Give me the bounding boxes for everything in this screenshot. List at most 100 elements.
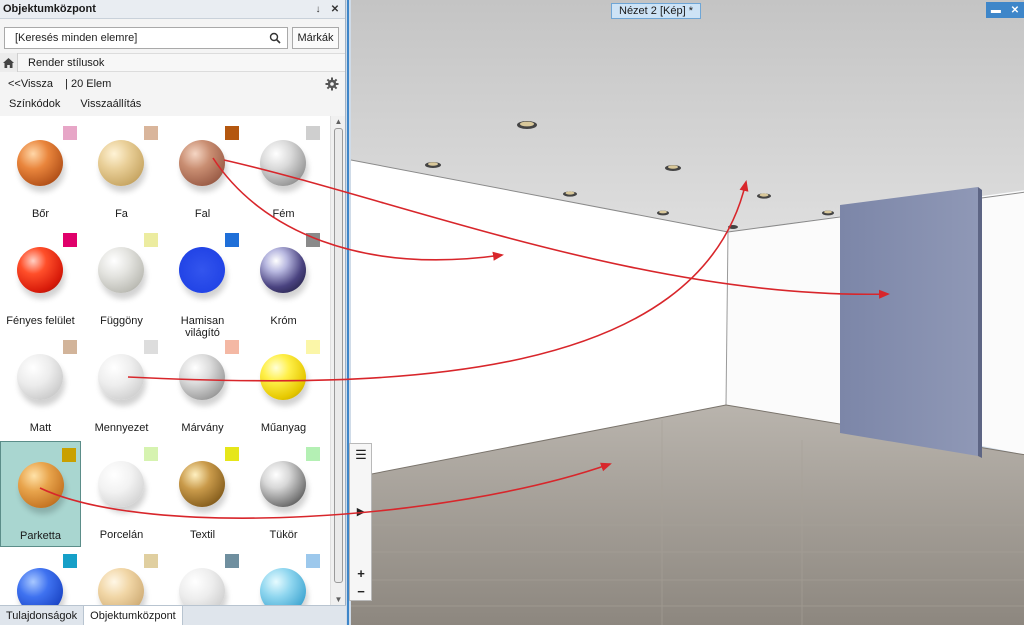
material-sphere-preview: [18, 462, 64, 508]
list-icon[interactable]: ☰: [352, 446, 370, 464]
material-sphere-preview: [260, 354, 306, 400]
material-sphere-preview: [98, 247, 144, 293]
material-sphere-preview: [260, 247, 306, 293]
view-tab[interactable]: Nézet 2 [Kép] *: [611, 3, 701, 19]
material-label: Matt: [29, 422, 52, 434]
material-item[interactable]: Parketta: [0, 441, 81, 547]
color-swatch: [225, 233, 239, 247]
home-icon[interactable]: [0, 53, 18, 72]
material-item[interactable]: Fa: [81, 120, 162, 226]
color-swatch: [306, 554, 320, 568]
material-item[interactable]: Porcelán: [81, 441, 162, 547]
material-label: Parketta: [20, 530, 61, 542]
color-swatch: [63, 340, 77, 354]
color-swatch: [306, 340, 320, 354]
reset-link[interactable]: Visszaállítás: [80, 98, 141, 110]
material-label: Fa: [115, 208, 128, 220]
search-icon[interactable]: [269, 32, 281, 44]
breadcrumb: Render stílusok: [0, 53, 345, 72]
material-item[interactable]: Bőr: [0, 120, 81, 226]
material-sphere-preview: [17, 140, 63, 186]
material-label: Mennyezet: [94, 422, 149, 434]
material-sphere-preview: [17, 354, 63, 400]
material-sphere-preview: [98, 354, 144, 400]
material-item[interactable]: [162, 548, 243, 605]
material-label: Fém: [272, 208, 295, 220]
door-panel: [840, 187, 978, 456]
material-item[interactable]: Króm: [243, 227, 324, 333]
material-item[interactable]: Fényes felület: [0, 227, 81, 333]
view-toolstrip: ☰ ▶ + −: [349, 443, 372, 601]
material-item[interactable]: Fém: [243, 120, 324, 226]
color-swatch: [144, 233, 158, 247]
material-sphere-preview: [260, 568, 306, 605]
material-item[interactable]: Függöny: [81, 227, 162, 333]
room-render: [350, 0, 1024, 625]
panel-tabs: Tulajdonságok Objektumközpont: [0, 605, 346, 625]
brands-button[interactable]: Márkák: [292, 27, 339, 49]
material-label: Márvány: [181, 422, 224, 434]
tab-object-center[interactable]: Objektumközpont: [84, 606, 183, 625]
material-sphere-preview: [98, 461, 144, 507]
material-item[interactable]: Tükör: [243, 441, 324, 547]
material-label: Műanyag: [260, 422, 307, 434]
search-placeholder: [Keresés minden elemre]: [15, 32, 138, 44]
material-item[interactable]: Műanyag: [243, 334, 324, 440]
zoom-out-icon[interactable]: −: [352, 582, 370, 600]
gear-icon[interactable]: [325, 77, 339, 91]
material-label: Porcelán: [99, 529, 144, 541]
material-sphere-preview: [17, 247, 63, 293]
material-item[interactable]: Mennyezet: [81, 334, 162, 440]
scrollbar[interactable]: ▲ ▼: [330, 116, 345, 605]
close-view-icon[interactable]: ✕: [1011, 5, 1019, 16]
zoom-in-icon[interactable]: +: [352, 564, 370, 582]
material-item[interactable]: [81, 548, 162, 605]
object-center-panel: Objektumközpont ↓ ✕ [Keresés minden elem…: [0, 0, 346, 625]
panel-titlebar: Objektumközpont ↓ ✕: [0, 0, 345, 19]
material-sphere-preview: [98, 568, 144, 605]
expand-arrow-icon[interactable]: ▶: [352, 502, 370, 520]
material-grid: Bőr Fa Fal Fém Fényes felület Függöny Hamisan …: [0, 116, 330, 605]
material-item[interactable]: Matt: [0, 334, 81, 440]
material-item[interactable]: [243, 548, 324, 605]
search-input[interactable]: [Keresés minden elemre]: [4, 27, 288, 49]
material-item[interactable]: Fal: [162, 120, 243, 226]
scroll-down-icon[interactable]: ▼: [334, 595, 343, 604]
minimize-icon[interactable]: ▬: [991, 5, 1001, 16]
material-sphere-preview: [17, 568, 63, 605]
material-sphere-preview: [98, 140, 144, 186]
material-item[interactable]: Hamisan világító: [162, 227, 243, 339]
color-swatch: [306, 447, 320, 461]
material-sphere-preview: [179, 461, 225, 507]
tab-properties[interactable]: Tulajdonságok: [0, 606, 85, 625]
material-sphere-preview: [179, 140, 225, 186]
color-swatch: [144, 447, 158, 461]
material-item[interactable]: Márvány: [162, 334, 243, 440]
close-icon[interactable]: ✕: [328, 2, 342, 16]
material-label: Függöny: [100, 315, 143, 327]
material-label: Fényes felület: [6, 315, 75, 327]
back-link[interactable]: <<Vissza: [8, 78, 53, 90]
search-row: [Keresés minden elemre] Márkák: [4, 27, 339, 49]
material-label: Fal: [194, 208, 211, 220]
color-swatch: [306, 233, 320, 247]
material-label: Króm: [270, 315, 297, 327]
breadcrumb-label[interactable]: Render stílusok: [28, 57, 104, 69]
pin-icon[interactable]: ↓: [311, 2, 325, 16]
color-swatch: [62, 448, 76, 462]
item-count: | 20 Elem: [65, 78, 112, 90]
color-codes-link[interactable]: Színkódok: [9, 98, 60, 110]
scroll-up-icon[interactable]: ▲: [334, 117, 343, 126]
material-label: Textil: [189, 529, 216, 541]
material-sphere-preview: [260, 461, 306, 507]
color-swatch: [63, 126, 77, 140]
actions-row: Színkódok Visszaállítás: [9, 98, 141, 110]
window-controls: ▬ ✕: [986, 2, 1024, 18]
scrollbar-thumb[interactable]: [334, 128, 343, 583]
navigation-row: <<Vissza | 20 Elem: [8, 77, 341, 91]
render-viewport[interactable]: Nézet 2 [Kép] * ▬ ✕: [347, 0, 1024, 625]
panel-title: Objektumközpont: [3, 3, 96, 15]
material-sphere-preview: [179, 354, 225, 400]
material-item[interactable]: [0, 548, 81, 605]
material-item[interactable]: Textil: [162, 441, 243, 547]
